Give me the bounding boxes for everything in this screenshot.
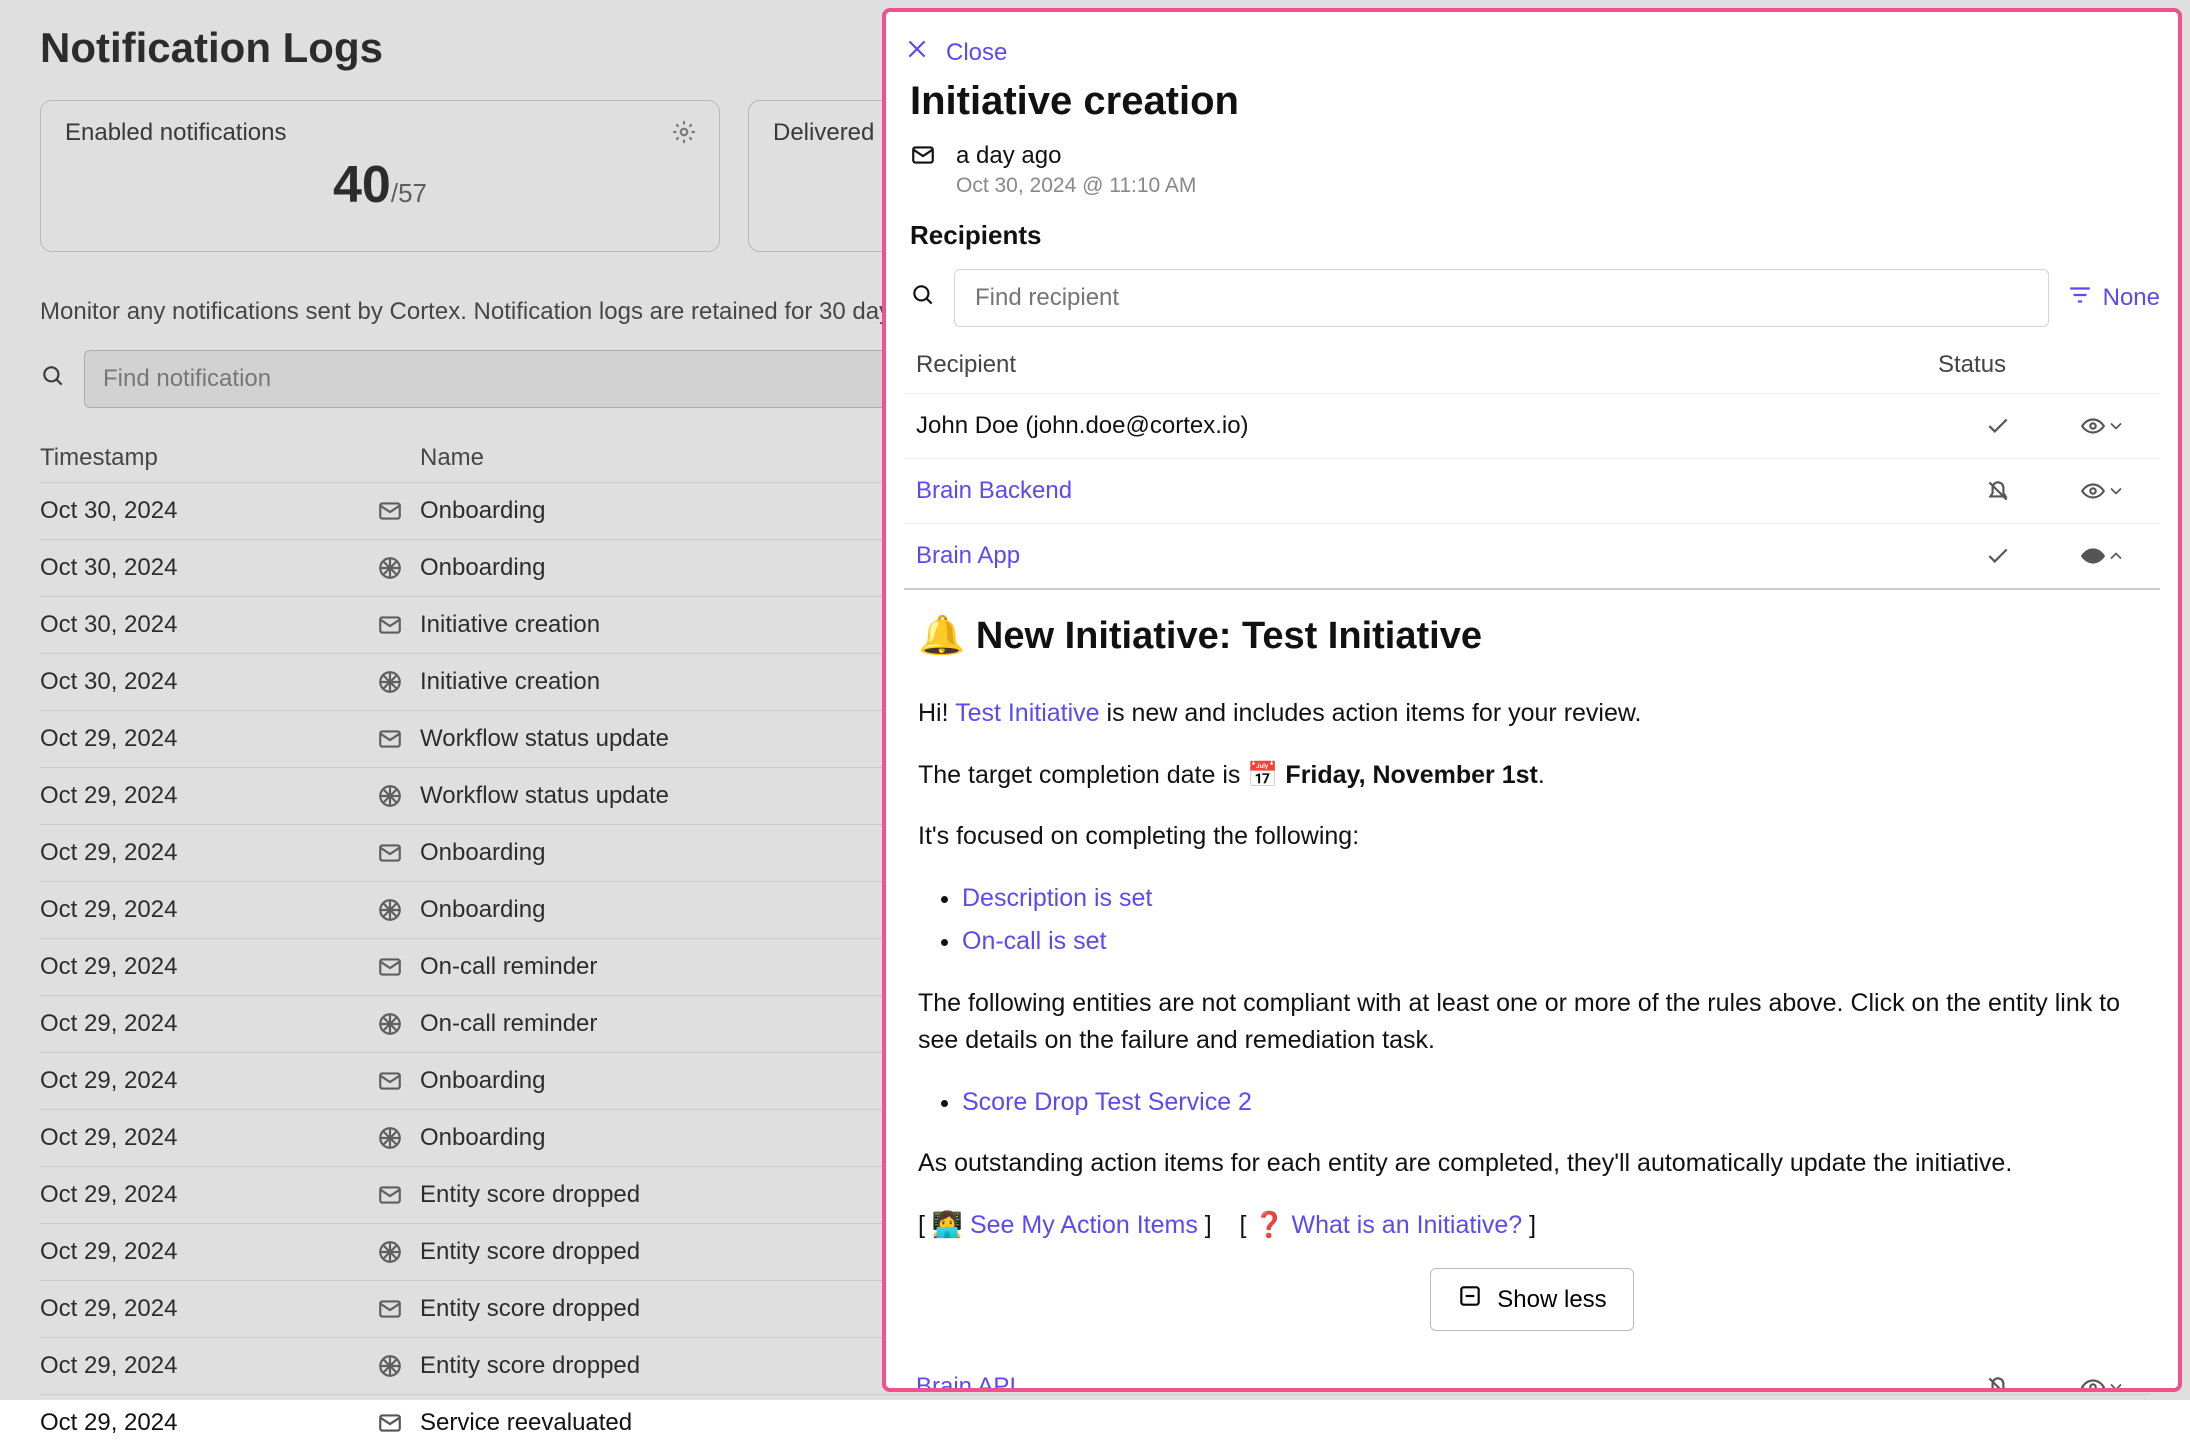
col-status: Status — [1938, 351, 2058, 379]
recipient-row[interactable]: Brain API — [904, 1355, 2160, 1392]
mail-icon — [360, 1410, 420, 1436]
log-timestamp: Oct 30, 2024 — [40, 497, 360, 525]
panel-title: Initiative creation — [904, 79, 2160, 124]
enabled-card-denom: /57 — [391, 178, 427, 208]
filter-label: None — [2103, 284, 2160, 312]
timestamp-absolute: Oct 30, 2024 @ 11:10 AM — [956, 174, 1196, 198]
log-timestamp: Oct 29, 2024 — [40, 1238, 360, 1266]
enabled-notifications-card: Enabled notifications 40/57 — [40, 100, 720, 252]
log-timestamp: Oct 29, 2024 — [40, 953, 360, 981]
focus-item-link[interactable]: On-call is set — [962, 927, 1106, 955]
gear-icon[interactable] — [671, 119, 697, 152]
log-timestamp: Oct 29, 2024 — [40, 782, 360, 810]
expand-toggle[interactable] — [2058, 543, 2148, 569]
show-less-button[interactable]: Show less — [1430, 1268, 1633, 1331]
close-icon — [904, 36, 930, 69]
log-name: Service reevaluated — [420, 1409, 2150, 1437]
log-row[interactable]: Oct 29, 2024 Service reevaluated — [40, 1394, 2150, 1451]
log-timestamp: Oct 29, 2024 — [40, 725, 360, 753]
find-recipient-input[interactable] — [954, 269, 2049, 327]
col-recipient: Recipient — [916, 351, 1938, 379]
mail-icon — [360, 954, 420, 980]
slack-icon — [360, 783, 420, 809]
mail-icon — [360, 726, 420, 752]
mail-icon — [360, 498, 420, 524]
log-timestamp: Oct 30, 2024 — [40, 554, 360, 582]
see-action-items-link[interactable]: See My Action Items — [970, 1211, 1198, 1239]
close-button[interactable]: Close — [904, 36, 2160, 69]
mail-icon — [360, 1182, 420, 1208]
enabled-card-label: Enabled notifications — [65, 119, 695, 147]
status-check-icon — [1938, 413, 2058, 439]
mail-icon — [910, 142, 936, 175]
mail-icon — [360, 840, 420, 866]
slack-icon — [360, 1239, 420, 1265]
log-timestamp: Oct 29, 2024 — [40, 1010, 360, 1038]
recipient-name: John Doe (john.doe@cortex.io) — [916, 412, 1938, 440]
slack-icon — [360, 669, 420, 695]
collapse-icon — [1457, 1283, 1483, 1316]
timestamp-relative: a day ago — [956, 142, 1196, 170]
what-is-initiative-link[interactable]: What is an Initiative? — [1292, 1211, 1523, 1239]
log-timestamp: Oct 29, 2024 — [40, 1352, 360, 1380]
log-timestamp: Oct 30, 2024 — [40, 611, 360, 639]
target-date: Friday, November 1st — [1285, 761, 1537, 789]
slack-icon — [360, 1353, 420, 1379]
recipient-name[interactable]: Brain API — [916, 1373, 1938, 1392]
search-icon — [40, 363, 66, 396]
initiative-link[interactable]: Test Initiative — [955, 699, 1100, 727]
slack-icon — [360, 1011, 420, 1037]
log-timestamp: Oct 30, 2024 — [40, 668, 360, 696]
mail-icon — [360, 1068, 420, 1094]
search-icon — [910, 282, 936, 315]
mail-icon — [360, 612, 420, 638]
log-timestamp: Oct 29, 2024 — [40, 896, 360, 924]
recipient-name[interactable]: Brain App — [916, 542, 1938, 570]
recipient-filter-button[interactable]: None — [2067, 282, 2160, 315]
slack-icon — [360, 897, 420, 923]
log-timestamp: Oct 29, 2024 — [40, 1124, 360, 1152]
status-muted-icon — [1938, 478, 2058, 504]
status-check-icon — [1938, 543, 2058, 569]
recipient-name[interactable]: Brain Backend — [916, 477, 1938, 505]
filter-icon — [2067, 282, 2093, 315]
noncompliant-entity-link[interactable]: Score Drop Test Service 2 — [962, 1088, 1252, 1116]
enabled-card-value: 40 — [333, 156, 391, 214]
message-body: 🔔 New Initiative: Test Initiative Hi! Te… — [904, 590, 2160, 1331]
close-label: Close — [946, 39, 1007, 67]
slack-icon — [360, 1125, 420, 1151]
slack-icon — [360, 555, 420, 581]
focus-item-link[interactable]: Description is set — [962, 884, 1152, 912]
recipients-heading: Recipients — [904, 220, 2160, 251]
log-timestamp: Oct 29, 2024 — [40, 1295, 360, 1323]
notification-detail-panel: Close Initiative creation a day ago Oct … — [882, 8, 2182, 1392]
col-timestamp: Timestamp — [40, 444, 360, 472]
expand-toggle[interactable] — [2058, 413, 2148, 439]
recipient-row[interactable]: Brain Backend — [904, 459, 2160, 524]
recipient-row[interactable]: Brain App — [904, 524, 2160, 590]
log-timestamp: Oct 29, 2024 — [40, 839, 360, 867]
message-title: 🔔 New Initiative: Test Initiative — [918, 608, 2146, 665]
log-timestamp: Oct 29, 2024 — [40, 1409, 360, 1437]
mail-icon — [360, 1296, 420, 1322]
expand-toggle[interactable] — [2058, 478, 2148, 504]
log-timestamp: Oct 29, 2024 — [40, 1181, 360, 1209]
log-timestamp: Oct 29, 2024 — [40, 1067, 360, 1095]
status-muted-icon — [1938, 1374, 2058, 1392]
recipient-row[interactable]: John Doe (john.doe@cortex.io) — [904, 394, 2160, 459]
expand-toggle[interactable] — [2058, 1374, 2148, 1392]
